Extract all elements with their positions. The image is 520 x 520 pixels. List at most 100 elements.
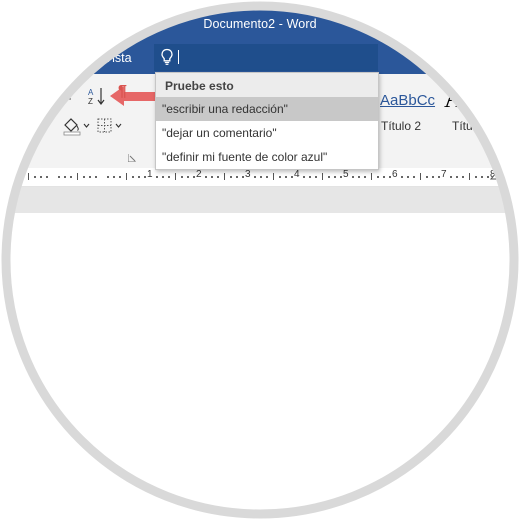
ruler-number: 5 <box>343 169 349 180</box>
suggestion-item[interactable]: "dejar un comentario" <box>156 121 378 145</box>
ruler-tick <box>77 173 78 180</box>
ruler-tick <box>469 173 470 180</box>
pointer-arrow-icon <box>110 86 156 106</box>
ruler-dot <box>407 176 409 178</box>
suggestion-item[interactable]: "escribir una redacción" <box>156 97 378 121</box>
borders-icon[interactable] <box>97 118 125 134</box>
style-title-label: Títu <box>452 119 473 133</box>
ruler-dot <box>34 176 36 178</box>
ruler-dot <box>364 176 366 178</box>
ruler-tick <box>126 173 127 180</box>
ruler-dot <box>266 176 268 178</box>
ruler-dot <box>70 176 72 178</box>
ruler-dot <box>230 176 232 178</box>
ruler-dot <box>89 176 91 178</box>
svg-text:A: A <box>88 88 94 97</box>
ruler-dot <box>383 176 385 178</box>
lightbulb-icon <box>161 48 173 65</box>
ruler-dot <box>211 176 213 178</box>
svg-text:Z: Z <box>88 97 93 106</box>
ruler-dot <box>377 176 379 178</box>
ruler-dot <box>438 176 440 178</box>
list-lines-icon[interactable] <box>63 88 71 102</box>
ruler-dot <box>285 176 287 178</box>
ruler-dot <box>456 176 458 178</box>
sort-icon[interactable]: A Z <box>88 86 106 106</box>
document-page[interactable] <box>0 213 520 520</box>
right-indent-marker-icon[interactable] <box>490 170 502 180</box>
ruler-dot <box>187 176 189 178</box>
ruler-dot <box>113 176 115 178</box>
ruler-dot <box>193 176 195 178</box>
word-window: Documento2 - Word Vista A Z ¶ AaBbCc A T… <box>0 0 520 520</box>
ruler-dot <box>40 176 42 178</box>
ruler-dot <box>462 176 464 178</box>
ruler-dot <box>205 176 207 178</box>
ruler-dot <box>21 176 23 178</box>
suggestion-item[interactable]: "definir mi fuente de color azul" <box>156 145 378 169</box>
ruler-tick <box>28 173 29 180</box>
ruler-number: 2 <box>196 169 202 180</box>
ruler-number: 4 <box>294 169 300 180</box>
ruler-dot <box>83 176 85 178</box>
title-bar: Documento2 - Word <box>0 0 520 42</box>
window-title: Documento2 - Word <box>203 17 317 31</box>
ruler-number: 1 <box>147 169 153 180</box>
document-margin-band <box>0 187 520 214</box>
ruler-dot <box>450 176 452 178</box>
ruler-number: 6 <box>392 169 398 180</box>
ruler-dot <box>46 176 48 178</box>
ruler-dot <box>475 176 477 178</box>
ruler-dot <box>279 176 281 178</box>
shading-icon[interactable] <box>62 116 92 136</box>
ruler-dot <box>132 176 134 178</box>
ruler-dot <box>340 176 342 178</box>
ruler-dot <box>426 176 428 178</box>
suggestion-label: "definir mi fuente de color azul" <box>162 150 328 164</box>
ruler-dot <box>260 176 262 178</box>
ruler-dot <box>334 176 336 178</box>
ruler-tick <box>371 173 372 180</box>
ruler-dot <box>119 176 121 178</box>
text-caret <box>178 50 179 64</box>
ruler-tick <box>175 173 176 180</box>
ruler-dot <box>413 176 415 178</box>
ruler-dot <box>236 176 238 178</box>
dialog-launcher-icon[interactable] <box>128 154 136 162</box>
ruler-tick <box>273 173 274 180</box>
ruler-dot <box>95 176 97 178</box>
ruler-dot <box>64 176 66 178</box>
ruler-dot <box>328 176 330 178</box>
ruler-dot <box>217 176 219 178</box>
style-heading2-sample[interactable]: AaBbCc <box>380 92 435 109</box>
tell-me-search-box[interactable] <box>154 44 378 71</box>
pilcrow-icon[interactable]: ¶ <box>118 83 127 101</box>
ruler-dot <box>144 176 146 178</box>
ruler-number: 3 <box>245 169 251 180</box>
ruler-dot <box>138 176 140 178</box>
tell-me-suggestions: Pruebe esto "escribir una redacción" "de… <box>155 72 379 170</box>
style-heading2-label: Título 2 <box>381 119 422 133</box>
ruler-tick <box>322 173 323 180</box>
ruler-dot <box>156 176 158 178</box>
suggestions-header-label: Pruebe esto <box>165 79 234 93</box>
ruler-dot <box>58 176 60 178</box>
ruler-dot <box>315 176 317 178</box>
ruler-dot <box>303 176 305 178</box>
ruler-dot <box>291 176 293 178</box>
ruler-dot <box>401 176 403 178</box>
ruler-dot <box>242 176 244 178</box>
ruler-tick <box>420 173 421 180</box>
ruler-dot <box>481 176 483 178</box>
suggestions-header: Pruebe esto <box>156 73 378 97</box>
ruler-dot <box>107 176 109 178</box>
style-title-sample[interactable]: A <box>444 84 463 114</box>
ruler-dot <box>254 176 256 178</box>
ruler-dot <box>181 176 183 178</box>
ruler-dot <box>15 176 17 178</box>
ruler-dot <box>352 176 354 178</box>
suggestion-label: "escribir una redacción" <box>162 102 288 116</box>
tab-vista[interactable]: Vista <box>104 51 132 65</box>
ruler-dot <box>358 176 360 178</box>
suggestion-label: "dejar un comentario" <box>162 126 277 140</box>
